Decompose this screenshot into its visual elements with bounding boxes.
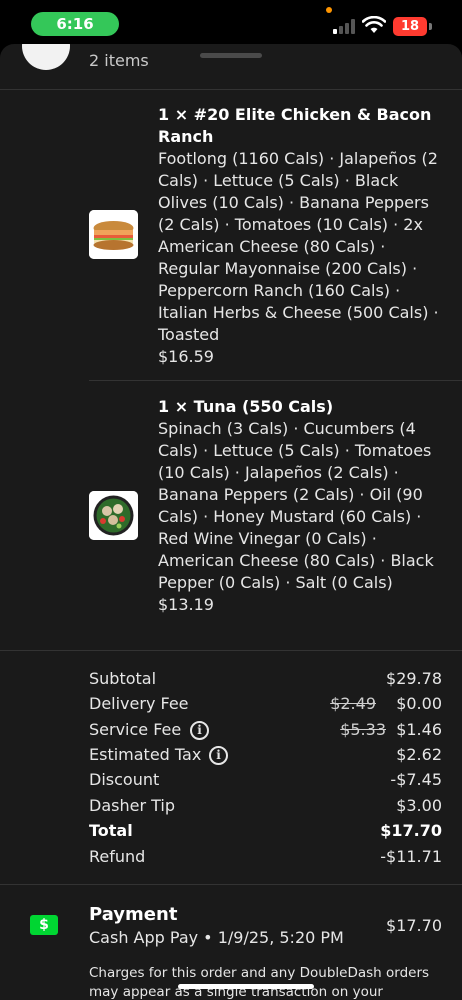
divider bbox=[0, 89, 462, 90]
order-details-sheet: 2 items 1 × #20 Elite Chicken & Bacon Ra… bbox=[0, 44, 462, 1000]
dasher-tip-value: $3.00 bbox=[396, 796, 442, 815]
order-item-text: 1 × #20 Elite Chicken & Bacon Ranch Foot… bbox=[158, 104, 440, 368]
info-icon[interactable]: i bbox=[209, 746, 228, 765]
order-item-price: $16.59 bbox=[158, 347, 214, 366]
total-value: $17.70 bbox=[380, 821, 442, 840]
battery-nub bbox=[429, 23, 432, 30]
delivery-fee-value: $0.00 bbox=[396, 694, 442, 713]
discount-label: Discount bbox=[89, 770, 160, 789]
payment-amount: $17.70 bbox=[386, 916, 442, 935]
status-bar: 6:16 18 bbox=[0, 0, 462, 44]
service-fee-value: $1.46 bbox=[396, 720, 442, 739]
estimated-tax-row: Estimated Tax i $2.62 bbox=[89, 744, 442, 766]
order-item-price: $13.19 bbox=[158, 595, 214, 614]
delivery-fee-label: Delivery Fee bbox=[89, 694, 189, 713]
order-item-text: 1 × Tuna (550 Cals) Spinach (3 Cals) · C… bbox=[158, 396, 440, 616]
subtotal-row: Subtotal $29.78 bbox=[89, 668, 442, 690]
items-count: 2 items bbox=[89, 51, 149, 70]
service-fee-row: Service Fee i $5.33 $1.46 bbox=[89, 719, 442, 741]
divider bbox=[0, 884, 462, 885]
info-icon[interactable]: i bbox=[190, 721, 209, 740]
refund-label: Refund bbox=[89, 847, 146, 866]
subtotal-label: Subtotal bbox=[89, 669, 157, 688]
order-item-details: Footlong (1160 Cals) · Jalapeños (2 Cals… bbox=[158, 149, 439, 344]
payment-title: Payment bbox=[89, 904, 178, 925]
divider bbox=[89, 380, 462, 381]
salad-bowl-photo bbox=[89, 491, 138, 540]
order-item-details: Spinach (3 Cals) · Cucumbers (4 Cals) · … bbox=[158, 419, 434, 592]
divider bbox=[0, 650, 462, 651]
delivery-fee-row: Delivery Fee $2.49 $0.00 bbox=[89, 693, 442, 715]
estimated-tax-value: $2.62 bbox=[396, 745, 442, 764]
refund-value: -$11.71 bbox=[380, 847, 442, 866]
sandwich-photo bbox=[89, 210, 138, 259]
order-item-title: 1 × #20 Elite Chicken & Bacon Ranch bbox=[158, 105, 432, 146]
dasher-tip-label: Dasher Tip bbox=[89, 796, 175, 815]
sheet-grabber[interactable] bbox=[200, 53, 262, 58]
total-row: Total $17.70 bbox=[89, 820, 442, 842]
service-fee-label: Service Fee bbox=[89, 720, 182, 739]
service-fee-original: $5.33 bbox=[340, 720, 386, 739]
order-item-title: 1 × Tuna (550 Cals) bbox=[158, 397, 334, 416]
total-label: Total bbox=[89, 821, 133, 840]
wifi-icon bbox=[362, 16, 386, 33]
discount-row: Discount -$7.45 bbox=[89, 769, 442, 791]
privacy-indicator-dot bbox=[326, 7, 332, 13]
store-logo bbox=[22, 44, 70, 70]
dasher-tip-row: Dasher Tip $3.00 bbox=[89, 795, 442, 817]
cash-app-icon: $ bbox=[30, 915, 58, 935]
battery-icon: 18 bbox=[393, 17, 427, 36]
cellular-signal-icon bbox=[333, 18, 357, 34]
delivery-fee-original: $2.49 bbox=[330, 694, 376, 713]
payment-note: Charges for this order and any DoubleDas… bbox=[89, 965, 430, 1000]
payment-method: Cash App Pay • 1/9/25, 5:20 PM bbox=[89, 928, 344, 947]
refund-row: Refund -$11.71 bbox=[89, 846, 442, 868]
estimated-tax-label: Estimated Tax bbox=[89, 745, 202, 764]
subtotal-value: $29.78 bbox=[386, 669, 442, 688]
home-indicator[interactable] bbox=[178, 984, 314, 989]
status-time[interactable]: 6:16 bbox=[31, 12, 119, 36]
discount-value: -$7.45 bbox=[390, 770, 442, 789]
